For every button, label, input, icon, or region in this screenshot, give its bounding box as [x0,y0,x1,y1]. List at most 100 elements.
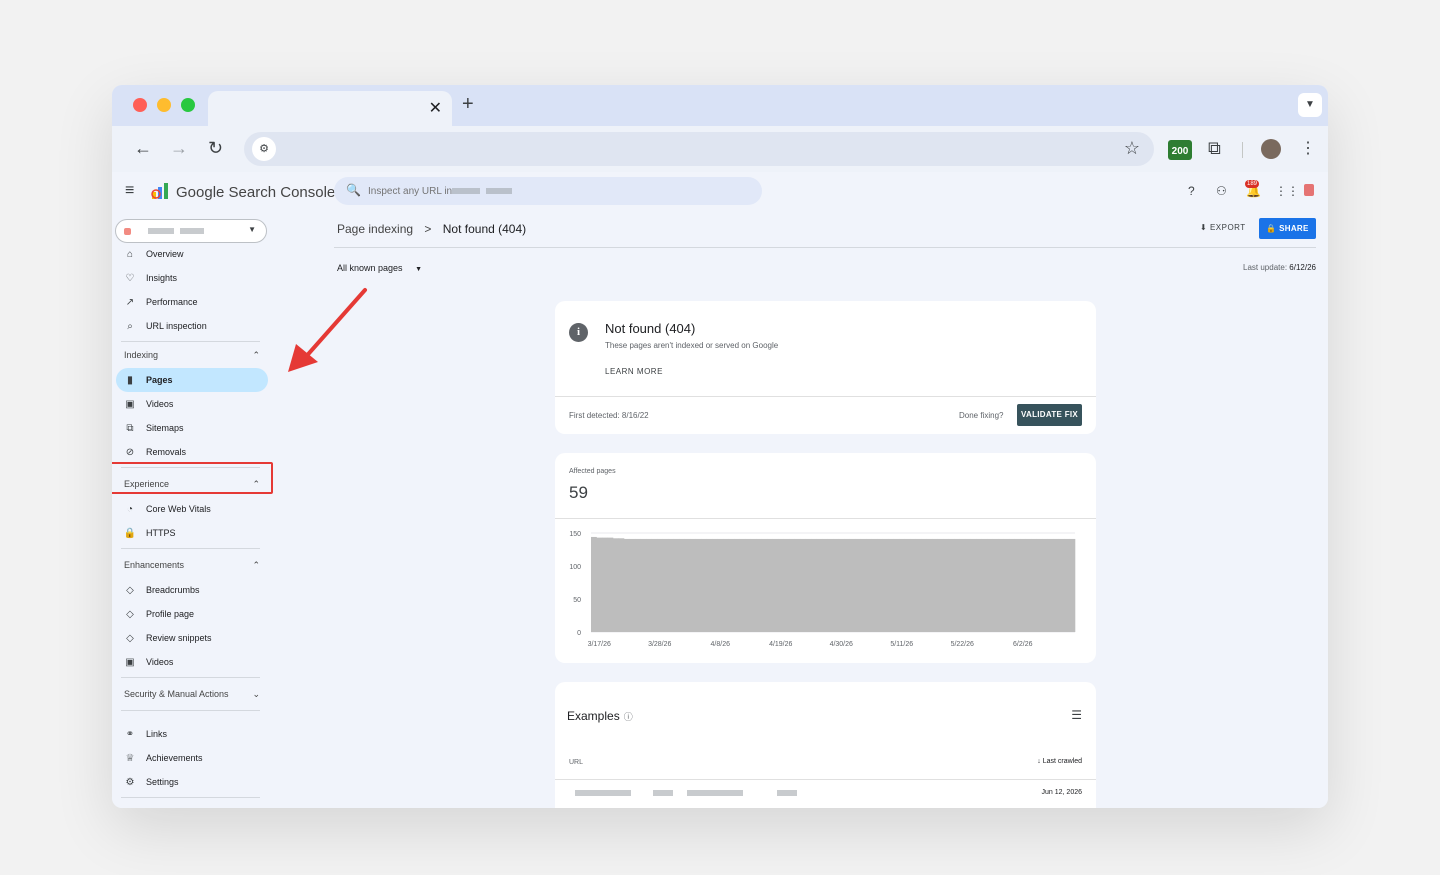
section-divider [121,548,260,549]
chart-bar [1025,538,1032,632]
chevron-up-icon: ⌃ [252,350,260,360]
sidebar-item-profile-page[interactable]: ◇ Profile page [116,602,268,626]
examples-card: Examples ⓘ ☰ URL ↓ Last crawled Jun 12, 2… [555,682,1096,808]
chart-bar [613,538,619,632]
sidebar-item-breadcrumbs[interactable]: ◇ Breadcrumbs [116,578,268,602]
toolbar-divider [1242,142,1243,158]
chart-bar [629,538,636,632]
account-avatar[interactable] [1304,184,1314,196]
chart-bar [805,538,812,632]
sidebar-item-core-web-vitals[interactable]: ◔ Core Web Vitals [116,497,268,521]
card-divider [555,396,1096,397]
sidebar-item-settings[interactable]: ⚙ Settings [116,770,268,794]
chart-bar [893,538,900,632]
sidebar-item-videos[interactable]: ▣ Videos [116,392,268,416]
sidebar-item-overview[interactable]: ⌂ Overview [116,242,268,266]
chart-bar [690,538,696,632]
apps-grid-icon[interactable]: ⋮⋮ [1275,184,1299,198]
redacted-url [777,790,797,796]
chevron-down-icon: ⌄ [252,689,260,699]
share-button[interactable]: 🔒 SHARE [1259,218,1316,239]
chart-bar [618,538,625,632]
pages-filter-dropdown[interactable]: All known pages ▼ [337,263,422,273]
address-bar[interactable]: ⚙ ☆ [244,132,1154,166]
x-tick-label: 4/19/26 [769,641,792,648]
users-settings-icon[interactable]: ⚇ [1216,184,1227,198]
chart-bar [877,538,883,632]
validate-fix-button[interactable]: VALIDATE FIX [1017,404,1082,426]
property-selector[interactable]: ▼ [115,219,267,243]
forward-arrow-icon[interactable]: → [170,138,188,159]
chart-bar [651,538,658,632]
sidebar-item-url-inspection[interactable]: ⌕ URL inspection [116,314,268,338]
tab-strip: ✕ + ▼ [112,85,1328,126]
chart-bar [1003,538,1010,632]
sidebar-item-pages[interactable]: ▮ Pages [116,368,268,392]
help-circle-icon[interactable]: ⓘ [624,712,633,722]
sidebar-item-label: Core Web Vitals [146,504,211,514]
browser-tab[interactable]: ✕ [208,91,452,126]
chart-bar [932,538,938,632]
chart-bar [684,538,691,632]
section-indexing[interactable]: Indexing ⌃ [124,350,260,361]
lock-icon: 🔒 [1266,224,1277,233]
page-title: Not found (404) [442,222,527,236]
chart-bar [833,538,839,632]
sidebar-item-performance[interactable]: ↗ Performance [116,290,268,314]
sidebar-item-links[interactable]: ⚭ Links [116,722,268,746]
close-window-button[interactable] [133,98,147,112]
minimize-window-button[interactable] [157,98,171,112]
export-button[interactable]: ⬇ EXPORT [1200,223,1246,232]
sidebar-item-insights[interactable]: ♡ Insights [116,266,268,290]
http-status-extension-icon[interactable]: 200 [1168,140,1192,160]
section-security-manual-actions[interactable]: Security & Manual Actions ⌄ [124,689,260,700]
profile-avatar[interactable] [1261,139,1281,159]
chart-bar [1058,538,1065,632]
reload-icon[interactable]: ↻ [208,138,223,159]
new-tab-button[interactable]: + [462,93,474,116]
y-tick-label: 150 [569,531,581,538]
sidebar-item-removals[interactable]: ⊘ Removals [116,440,268,464]
inspect-url-input[interactable] [368,177,668,205]
chart-bar [827,538,834,632]
chart-bar [838,538,845,632]
close-tab-icon[interactable]: ✕ [429,98,442,118]
section-enhancements[interactable]: Enhancements ⌃ [124,560,260,571]
sidebar-item-achievements[interactable]: ♕ Achievements [116,746,268,770]
tab-search-chevron-icon[interactable]: ▼ [1298,93,1322,117]
chart-bar [987,538,993,632]
column-last-crawled-label: Last crawled [1042,758,1082,765]
url-inspection-search[interactable]: 🔍 [334,177,762,205]
last-update: Last update: 6/12/26 [1192,263,1316,272]
more-vert-icon[interactable]: ⋮ [1300,138,1316,158]
browser-toolbar: ← → ↻ ⚙ ☆ 200 ⧉ ⋮ [112,126,1328,172]
hamburger-menu-icon[interactable]: ≡ [125,182,134,200]
chart-bar [866,538,872,632]
back-arrow-icon[interactable]: ← [134,138,152,159]
chart-bar [1020,538,1026,632]
help-icon[interactable]: ? [1188,184,1195,198]
column-url: URL [569,759,584,766]
maximize-window-button[interactable] [181,98,195,112]
bookmark-star-icon[interactable]: ☆ [1124,138,1140,159]
site-settings-icon[interactable]: ⚙ [252,137,276,161]
filter-list-icon[interactable]: ☰ [1071,708,1082,722]
extensions-puzzle-icon[interactable]: ⧉ [1208,138,1221,159]
x-tick-label: 4/8/26 [711,641,731,648]
filter-label: All known pages [337,263,403,273]
column-last-crawled[interactable]: ↓ Last crawled [1037,758,1082,765]
sidebar-item-https[interactable]: 🔒 HTTPS [116,521,268,545]
first-detected: First detected: 8/16/22 [569,411,649,420]
sidebar-item-review-snippets[interactable]: ◇ Review snippets [116,626,268,650]
redacted-property [148,228,174,234]
breadcrumb-parent[interactable]: Page indexing [337,222,413,236]
affected-pages-count: 59 [569,483,588,502]
sidebar-item-sitemaps[interactable]: ⧉ Sitemaps [116,416,268,440]
affected-pages-card: Affected pages 59 0 50 100 150 3/17/26 3/28/2… [555,453,1096,663]
sidebar-item-videos[interactable]: ▣ Videos [116,650,268,674]
info-icon: i [569,323,588,342]
chart-bar [915,538,922,632]
learn-more-link[interactable]: LEARN MORE [605,367,663,376]
notification-count-badge: 189 [1245,180,1260,188]
chart-bar [976,538,982,632]
